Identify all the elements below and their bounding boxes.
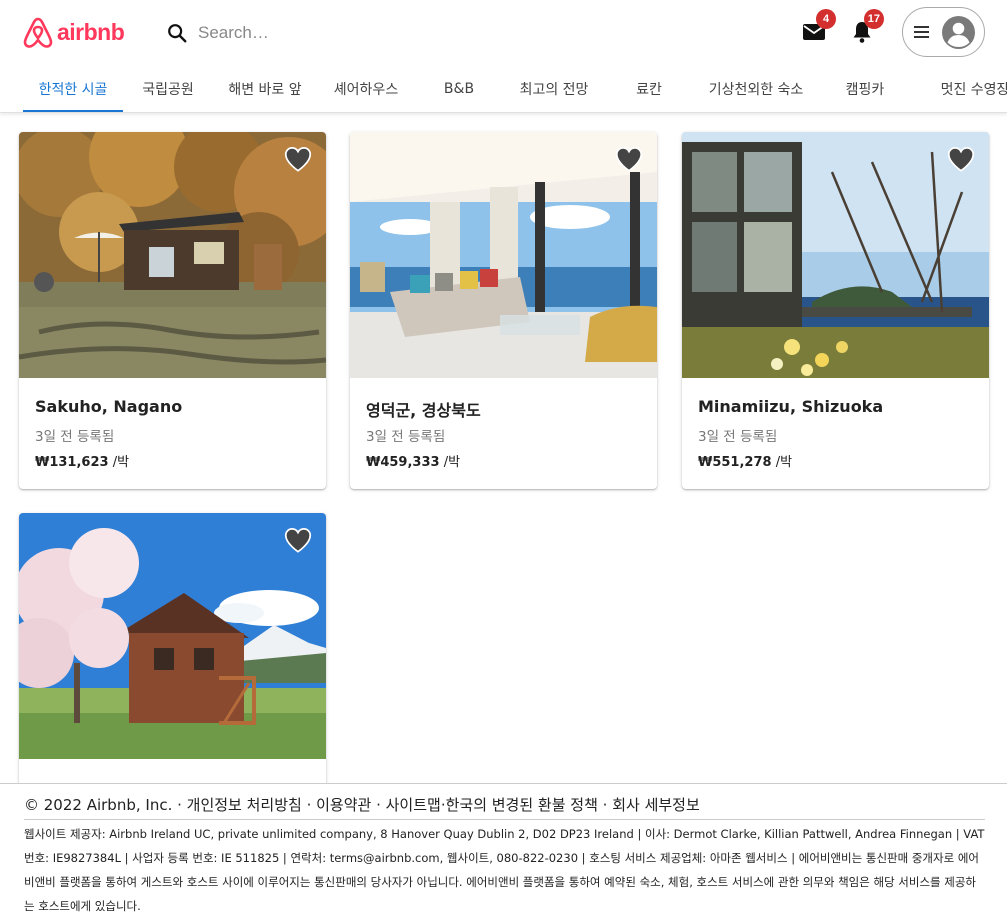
user-avatar-icon <box>942 15 975 49</box>
search-bar <box>166 20 466 46</box>
heart-icon[interactable] <box>947 146 975 172</box>
site-footer: © 2022 Airbnb, Inc. · 개인정보 처리방침 · 이용약관 ·… <box>0 783 1007 921</box>
listing-card[interactable]: 영덕군, 경상북도 3일 전 등록됨 ₩459,333 /박 <box>350 132 657 489</box>
price-unit: /박 <box>108 455 130 470</box>
messages-badge: 4 <box>816 9 836 29</box>
messages-button[interactable]: 4 <box>800 9 836 46</box>
heart-icon[interactable] <box>615 146 643 172</box>
tab-item[interactable]: 최고의 전망 <box>510 66 598 112</box>
listing-posted: 3일 전 등록됨 <box>366 429 446 445</box>
listing-photo[interactable] <box>19 132 326 378</box>
tab-item[interactable]: 기상천외한 숙소 <box>700 66 812 112</box>
menu-icon <box>914 26 929 38</box>
listing-title: Minamiizu, Shizuoka <box>698 397 884 416</box>
price-amount: ₩551,278 <box>698 455 772 470</box>
top-header: airbnb 4 17 한적한 시골국 <box>0 0 1007 113</box>
price-amount: ₩459,333 <box>366 455 440 470</box>
footer-links[interactable]: © 2022 Airbnb, Inc. · 개인정보 처리방침 · 이용약관 ·… <box>24 794 985 820</box>
category-tabs: 한적한 시골 국립공원 해변 바로 앞 셰어하우스 B&B 최고의 전망 료칸 기상천외한 숙… <box>0 66 1007 112</box>
tab-item[interactable]: 멋진 수영장 <box>920 66 1007 112</box>
airbnb-logo[interactable]: airbnb <box>23 16 125 48</box>
price-unit: /박 <box>771 455 793 470</box>
airbnb-logo-icon <box>23 17 53 48</box>
tab-item[interactable]: 국립공원 <box>130 66 206 112</box>
listing-price: ₩131,623 /박 <box>35 451 129 470</box>
search-icon <box>168 24 187 43</box>
tab-item[interactable]: 캠핑카 <box>835 66 895 112</box>
notifications-button[interactable]: 17 <box>848 9 884 46</box>
listing-photo[interactable] <box>682 132 989 378</box>
listing-photo[interactable] <box>19 513 326 759</box>
listing-photo[interactable] <box>350 132 657 378</box>
price-unit: /박 <box>439 455 461 470</box>
tab-item[interactable]: B&B <box>420 66 498 112</box>
tab-item[interactable]: 해변 바로 앞 <box>220 66 310 112</box>
price-amount: ₩131,623 <box>35 455 109 470</box>
tab-item[interactable]: 료칸 <box>620 66 678 112</box>
footer-company-info: 웹사이트 제공자: Airbnb Ireland UC, private unl… <box>24 827 985 913</box>
profile-menu-button[interactable] <box>902 7 985 57</box>
heart-icon[interactable] <box>284 146 312 172</box>
search-input[interactable] <box>198 23 438 43</box>
notifications-badge: 17 <box>863 9 884 29</box>
heart-icon[interactable] <box>284 527 312 553</box>
logo-text: airbnb <box>57 18 125 45</box>
listing-title: 영덕군, 경상북도 <box>366 401 481 420</box>
listing-price: ₩459,333 /박 <box>366 451 460 470</box>
listing-posted: 3일 전 등록됨 <box>698 429 778 445</box>
tab-item[interactable]: 한적한 시골 <box>23 66 123 112</box>
tab-item[interactable]: 셰어하우스 <box>325 66 407 112</box>
listing-posted: 3일 전 등록됨 <box>35 429 115 445</box>
listing-card[interactable]: Sakuho, Nagano 3일 전 등록됨 ₩131,623 /박 <box>19 132 326 489</box>
listing-price: ₩551,278 /박 <box>698 451 792 470</box>
listing-title: Sakuho, Nagano <box>35 397 183 416</box>
listing-card[interactable]: Minamiizu, Shizuoka 3일 전 등록됨 ₩551,278 /박 <box>682 132 989 489</box>
